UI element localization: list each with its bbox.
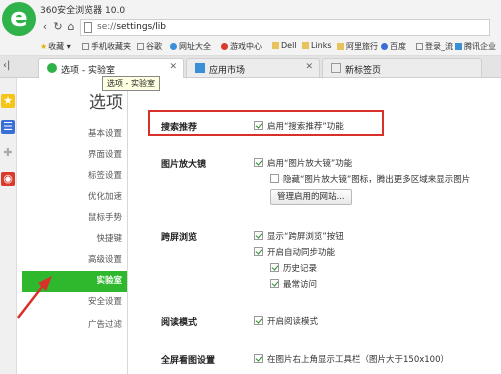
checkbox[interactable] (270, 279, 279, 288)
folder-icon (302, 42, 309, 49)
bookmark-item[interactable]: 谷歌 (137, 41, 162, 52)
magnifier-enable-option[interactable]: 启用“图片放大镜”功能 (254, 157, 352, 169)
nav-item-adblock[interactable]: 广告过滤 (17, 315, 127, 336)
checkbox[interactable] (254, 158, 263, 167)
folder-icon (337, 43, 344, 50)
doc-icon (137, 43, 144, 50)
url-path: settings/lib (116, 22, 166, 32)
search-recommend-option[interactable]: 启用“搜索推荐”功能 (254, 120, 344, 132)
nav-item-mouse-gesture[interactable]: 鼠标手势 (17, 208, 127, 229)
app-title: 360安全浏览器 10.0 (40, 6, 126, 16)
mail-icon (455, 43, 462, 50)
section-label-crossscreen: 跨屏浏览 (161, 233, 198, 243)
doc-icon (416, 43, 423, 50)
bookmark-item[interactable]: 百度 (381, 41, 406, 52)
address-input[interactable]: se://settings/lib (80, 19, 490, 36)
bookmark-item[interactable]: 游戏中心 (221, 41, 262, 52)
tab-favicon-icon (47, 63, 57, 73)
fullscreen-toolbar-option[interactable]: 在图片右上角显示工具栏（图片大于150x100） (254, 353, 449, 365)
tab-close-icon[interactable]: ✕ (305, 62, 313, 72)
bookmark-item[interactable]: 登录_流 (416, 41, 453, 52)
sync-most-visited-option[interactable]: 最常访问 (270, 278, 317, 290)
nav-item-shortcuts[interactable]: 快捷键 (17, 229, 127, 250)
bookmark-favorites[interactable]: ★收藏 ▾ (40, 41, 71, 52)
game-controller-icon[interactable]: ◉ (1, 172, 15, 186)
home-icon[interactable]: ⌂ (64, 20, 78, 34)
tab-label: 新标签页 (345, 66, 382, 76)
bookmark-item[interactable]: 手机收藏夹 (82, 41, 131, 52)
page-title: 选项 (89, 93, 123, 113)
checkbox[interactable] (270, 263, 279, 272)
title-bar: 360安全浏览器 10.0 (0, 0, 501, 18)
checkbox[interactable] (254, 354, 263, 363)
section-label-magnifier: 图片放大镜 (161, 160, 207, 170)
bookmark-item[interactable]: Dell (272, 41, 297, 50)
bookmarks-bar: ★收藏 ▾ 手机收藏夹 谷歌 网址大全 游戏中心 Dell Links 阿里旅行… (0, 38, 501, 56)
settings-nav: 选项 基本设置 界面设置 标签设置 优化加速 鼠标手势 快捷键 高级设置 实验室… (17, 78, 127, 374)
checkbox[interactable] (254, 247, 263, 256)
tab-favicon-icon (195, 63, 205, 73)
nav-item-basic[interactable]: 基本设置 (17, 124, 127, 145)
crossscreen-button-option[interactable]: 显示“跨屏浏览”按钮 (254, 230, 344, 242)
checkbox[interactable] (254, 231, 263, 240)
tab-scroll-left-icon[interactable]: ‹| (3, 60, 10, 71)
section-label-search: 搜索推荐 (161, 123, 198, 133)
sync-history-option[interactable]: 历史记录 (270, 262, 317, 274)
bookmark-item[interactable]: 腾讯企业 (455, 41, 496, 52)
tab-new-tab[interactable]: 新标签页 (322, 58, 482, 77)
globe-icon (170, 43, 177, 50)
reader-list-icon[interactable]: ☰ (1, 120, 15, 134)
manage-sites-button[interactable]: 管理启用的网站... (270, 189, 352, 205)
section-label-fullscreen: 全屏看图设置 (161, 356, 216, 366)
browser-logo-icon[interactable]: e (2, 2, 36, 36)
settings-content: 搜索推荐 启用“搜索推荐”功能 图片放大镜 启用“图片放大镜”功能 隐藏“图片放… (127, 78, 501, 374)
baidu-icon (381, 43, 388, 50)
checkbox[interactable] (254, 121, 263, 130)
checkbox[interactable] (270, 174, 279, 183)
tab-app-market[interactable]: 应用市场 ✕ (186, 58, 320, 77)
folder-icon (272, 42, 279, 49)
refresh-icon[interactable]: ↻ (51, 20, 65, 34)
phone-icon (82, 43, 89, 50)
url-scheme: se:// (97, 22, 117, 32)
game-icon (221, 43, 228, 50)
nav-item-interface[interactable]: 界面设置 (17, 145, 127, 166)
tab-bar: ‹| 选项 - 实验室 ✕ 应用市场 ✕ 新标签页 (0, 56, 501, 79)
checkbox[interactable] (254, 316, 263, 325)
back-icon[interactable]: ‹ (38, 20, 52, 34)
nav-item-security[interactable]: 安全设置 (17, 292, 127, 313)
extension-puzzle-icon[interactable]: ✚ (1, 146, 15, 160)
favorites-star-icon[interactable]: ★ (1, 94, 15, 108)
reading-mode-option[interactable]: 开启阅读模式 (254, 315, 318, 327)
nav-item-tabs[interactable]: 标签设置 (17, 166, 127, 187)
bookmark-item[interactable]: 网址大全 (170, 41, 211, 52)
bookmark-item[interactable]: 阿里旅行 (337, 41, 378, 52)
tab-tooltip: 选项 - 实验室 (102, 76, 160, 91)
address-toolbar: ‹ ↻ ⌂ se://settings/lib (0, 18, 501, 38)
auto-sync-option[interactable]: 开启自动同步功能 (254, 246, 335, 258)
tab-label: 选项 - 实验室 (61, 66, 115, 76)
nav-item-lab[interactable]: 实验室 (22, 271, 127, 292)
side-toolbar: ★ ☰ ✚ ◉ (0, 78, 17, 374)
tab-close-icon[interactable]: ✕ (169, 62, 177, 72)
nav-item-optimize[interactable]: 优化加速 (17, 187, 127, 208)
magnifier-hide-icon-option[interactable]: 隐藏“图片放大镜”图标，腾出更多区域来显示图片 (270, 173, 470, 185)
bookmark-item[interactable]: Links (302, 41, 332, 50)
nav-item-advanced[interactable]: 高级设置 (17, 250, 127, 271)
star-icon: ★ (40, 42, 48, 51)
page-doc-icon (84, 22, 92, 33)
section-label-reading: 阅读模式 (161, 318, 198, 328)
tab-label: 应用市场 (209, 66, 246, 76)
tab-favicon-icon (331, 63, 341, 73)
